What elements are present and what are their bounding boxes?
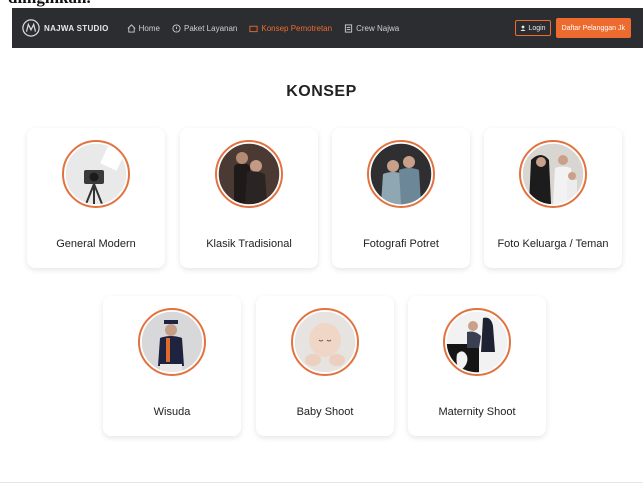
baby-photo-icon bbox=[291, 308, 359, 376]
couple-traditional-photo-icon bbox=[215, 140, 283, 208]
concept-card-foto-keluarga-teman[interactable]: Foto Keluarga / Teman bbox=[484, 128, 622, 268]
brand-logo-icon bbox=[22, 19, 40, 37]
concept-label: General Modern bbox=[56, 238, 136, 250]
camera-icon bbox=[249, 25, 258, 32]
nav-item-paket-layanan[interactable]: Paket Layanan bbox=[172, 24, 237, 33]
nav-item-label: Crew Najwa bbox=[356, 23, 400, 33]
login-label: Login bbox=[528, 24, 546, 32]
concept-card-fotografi-potret[interactable]: Fotografi Potret bbox=[332, 128, 470, 268]
brand-name: NAJWA STUDIO bbox=[44, 23, 109, 33]
nav-right: Login Daftar Pelanggan Jk bbox=[515, 18, 631, 38]
concept-card-wisuda[interactable]: Wisuda bbox=[103, 296, 241, 436]
register-label: Daftar Pelanggan Jk bbox=[561, 24, 625, 32]
caption-text: diinginkan. bbox=[8, 0, 91, 8]
nav-item-label: Paket Layanan bbox=[183, 23, 238, 33]
login-button[interactable]: Login bbox=[515, 20, 551, 36]
nav-item-konsep-pemotretan[interactable]: Konsep Pemotretan bbox=[249, 24, 332, 33]
nav-item-label: Konsep Pemotretan bbox=[261, 23, 333, 33]
package-icon bbox=[172, 23, 181, 33]
concept-label: Baby Shoot bbox=[296, 406, 354, 418]
footer-divider bbox=[0, 482, 643, 483]
crew-icon bbox=[344, 23, 353, 33]
nav-item-crew-najwa[interactable]: Crew Najwa bbox=[344, 24, 399, 33]
camera-studio-photo-icon bbox=[62, 140, 130, 208]
maternity-photo-icon bbox=[443, 308, 511, 376]
concept-card-baby-shoot[interactable]: Baby Shoot bbox=[256, 296, 394, 436]
concept-label: Foto Keluarga / Teman bbox=[497, 238, 609, 250]
caption-strip: diinginkan. bbox=[0, 0, 643, 8]
nav-links: Home Paket Layanan Konsep Pemotretan Cre… bbox=[127, 24, 412, 33]
couple-portrait-photo-icon bbox=[367, 140, 435, 208]
graduation-photo-icon bbox=[138, 308, 206, 376]
concept-card-maternity-shoot[interactable]: Maternity Shoot bbox=[408, 296, 546, 436]
navbar: NAJWA STUDIO Home Paket Layanan Konsep P… bbox=[12, 8, 643, 48]
brand[interactable]: NAJWA STUDIO bbox=[22, 19, 109, 37]
concept-label: Wisuda bbox=[153, 406, 191, 418]
concept-card-klasik-tradisional[interactable]: Klasik Tradisional bbox=[180, 128, 318, 268]
nav-item-label: Home bbox=[138, 23, 160, 33]
concept-label: Maternity Shoot bbox=[438, 406, 516, 418]
nav-item-home[interactable]: Home bbox=[127, 24, 160, 33]
register-button[interactable]: Daftar Pelanggan Jk bbox=[555, 18, 631, 38]
user-icon bbox=[520, 25, 526, 31]
concept-label: Fotografi Potret bbox=[363, 238, 439, 250]
home-icon bbox=[127, 23, 136, 33]
concept-card-general-modern[interactable]: General Modern bbox=[27, 128, 165, 268]
section-title: KONSEP bbox=[286, 83, 357, 100]
family-photo-icon bbox=[519, 140, 587, 208]
concept-label: Klasik Tradisional bbox=[206, 238, 292, 250]
